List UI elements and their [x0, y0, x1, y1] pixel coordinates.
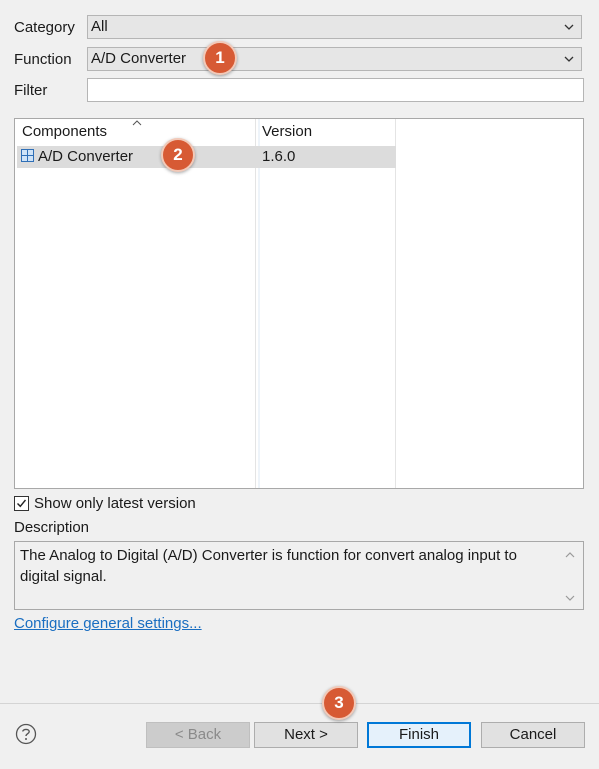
description-label: Description [14, 519, 90, 536]
chevron-down-icon [564, 56, 574, 62]
column-divider [258, 119, 260, 488]
components-table[interactable]: Components Version A/D Converter 1.6.0 [14, 118, 584, 489]
filter-label: Filter [14, 82, 48, 99]
description-text: The Analog to Digital (A/D) Converter is… [20, 547, 517, 585]
chevron-down-icon [564, 24, 574, 30]
callout-badge-1: 1 [203, 41, 237, 75]
sort-asc-icon [132, 120, 142, 126]
function-select[interactable]: A/D Converter [87, 47, 582, 71]
scroll-down-icon[interactable] [564, 593, 576, 603]
show-latest-label[interactable]: Show only latest version [34, 495, 196, 512]
help-icon[interactable] [15, 723, 37, 745]
configure-settings-link[interactable]: Configure general settings... [14, 615, 202, 632]
callout-badge-2: 2 [161, 138, 195, 172]
checkmark-icon [17, 499, 27, 508]
column-header-components[interactable]: Components [22, 123, 107, 140]
finish-button[interactable]: Finish [367, 722, 471, 748]
category-select[interactable]: All [87, 15, 582, 39]
footer-separator [0, 703, 599, 704]
description-box[interactable]: The Analog to Digital (A/D) Converter is… [14, 541, 584, 610]
category-label: Category [14, 19, 75, 36]
column-divider [395, 119, 396, 488]
column-header-version[interactable]: Version [262, 123, 312, 140]
show-latest-checkbox[interactable] [14, 496, 29, 511]
component-version-cell: 1.6.0 [262, 148, 296, 165]
cancel-button[interactable]: Cancel [481, 722, 585, 748]
scroll-up-icon[interactable] [564, 550, 576, 560]
component-grid-icon [21, 149, 34, 162]
category-value: All [91, 18, 108, 35]
callout-badge-3: 3 [322, 686, 356, 720]
back-button[interactable]: < Back [146, 722, 250, 748]
filter-input[interactable] [87, 78, 584, 102]
function-value: A/D Converter [91, 50, 187, 67]
column-divider [255, 119, 256, 488]
function-label: Function [14, 51, 72, 68]
next-button[interactable]: Next > [254, 722, 358, 748]
component-name-cell: A/D Converter [38, 148, 134, 165]
